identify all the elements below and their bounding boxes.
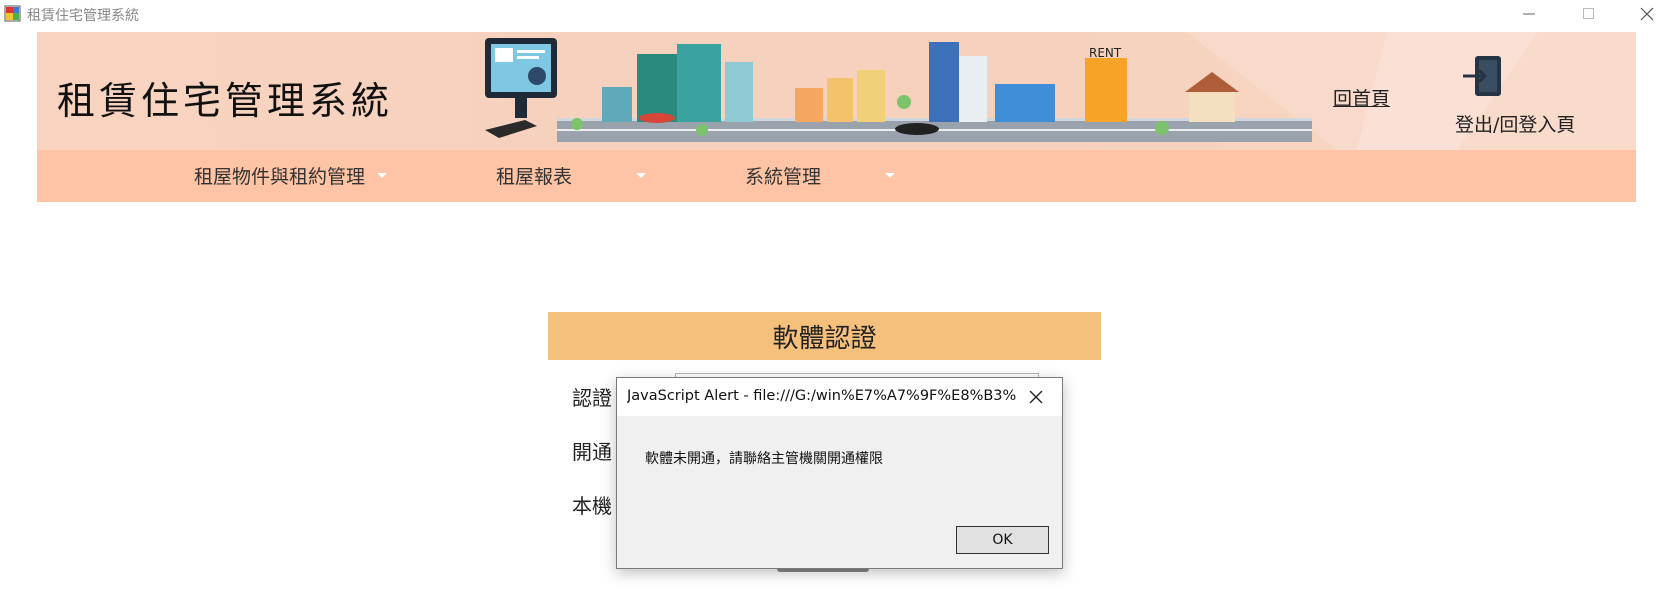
chevron-down-icon <box>377 173 388 178</box>
alert-message: 軟體未開通，請聯絡主管機關開通權限 <box>645 451 883 467</box>
cert-code-label: 認證 <box>572 386 612 410</box>
window-close-button[interactable] <box>1624 0 1663 28</box>
window-title: 租賃住宅管理系統 <box>27 8 139 24</box>
javascript-alert-dialog: JavaScript Alert - file:///G:/win%E7%A7%… <box>616 377 1063 569</box>
close-icon <box>1640 7 1654 21</box>
chevron-down-icon <box>636 173 647 178</box>
app-window-icon <box>4 5 21 22</box>
home-link[interactable]: 回首頁 <box>1333 84 1390 111</box>
logout-button[interactable]: 登出/回登入頁 <box>1455 54 1595 144</box>
logout-label: 登出/回登入頁 <box>1455 114 1576 136</box>
machine-label: 本機 <box>572 494 612 518</box>
minimize-icon <box>1523 13 1535 15</box>
close-icon <box>1029 390 1043 404</box>
panel-title: 軟體認證 <box>548 312 1101 360</box>
nav-rental-reports[interactable]: 租屋報表 <box>496 162 647 189</box>
nav-system-admin[interactable]: 系統管理 <box>745 162 896 189</box>
maximize-icon <box>1583 8 1594 19</box>
maximize-button[interactable] <box>1566 0 1612 28</box>
minimize-button[interactable] <box>1506 0 1552 28</box>
rent-sign: RENT <box>1089 46 1122 60</box>
nav-label: 系統管理 <box>745 166 822 188</box>
header-banner: RENT 租賃住宅管理系統 回首頁 登出/回登入頁 <box>37 32 1636 150</box>
alert-title: JavaScript Alert - file:///G:/win%E7%A7%… <box>627 388 1017 404</box>
chevron-down-icon <box>885 173 896 178</box>
ok-button[interactable]: OK <box>956 526 1049 554</box>
window-titlebar: 租賃住宅管理系統 <box>0 0 1663 30</box>
alert-titlebar: JavaScript Alert - file:///G:/win%E7%A7%… <box>617 378 1062 416</box>
nav-label: 租屋報表 <box>496 166 573 188</box>
activation-label: 開通 <box>572 440 612 464</box>
nav-label: 租屋物件與租約管理 <box>194 166 366 188</box>
nav-rental-management[interactable]: 租屋物件與租約管理 <box>194 162 388 189</box>
brand-title: 租賃住宅管理系統 <box>57 79 394 123</box>
alert-close-button[interactable] <box>1021 386 1051 408</box>
main-navbar: 租屋物件與租約管理 租屋報表 系統管理 <box>37 150 1636 202</box>
